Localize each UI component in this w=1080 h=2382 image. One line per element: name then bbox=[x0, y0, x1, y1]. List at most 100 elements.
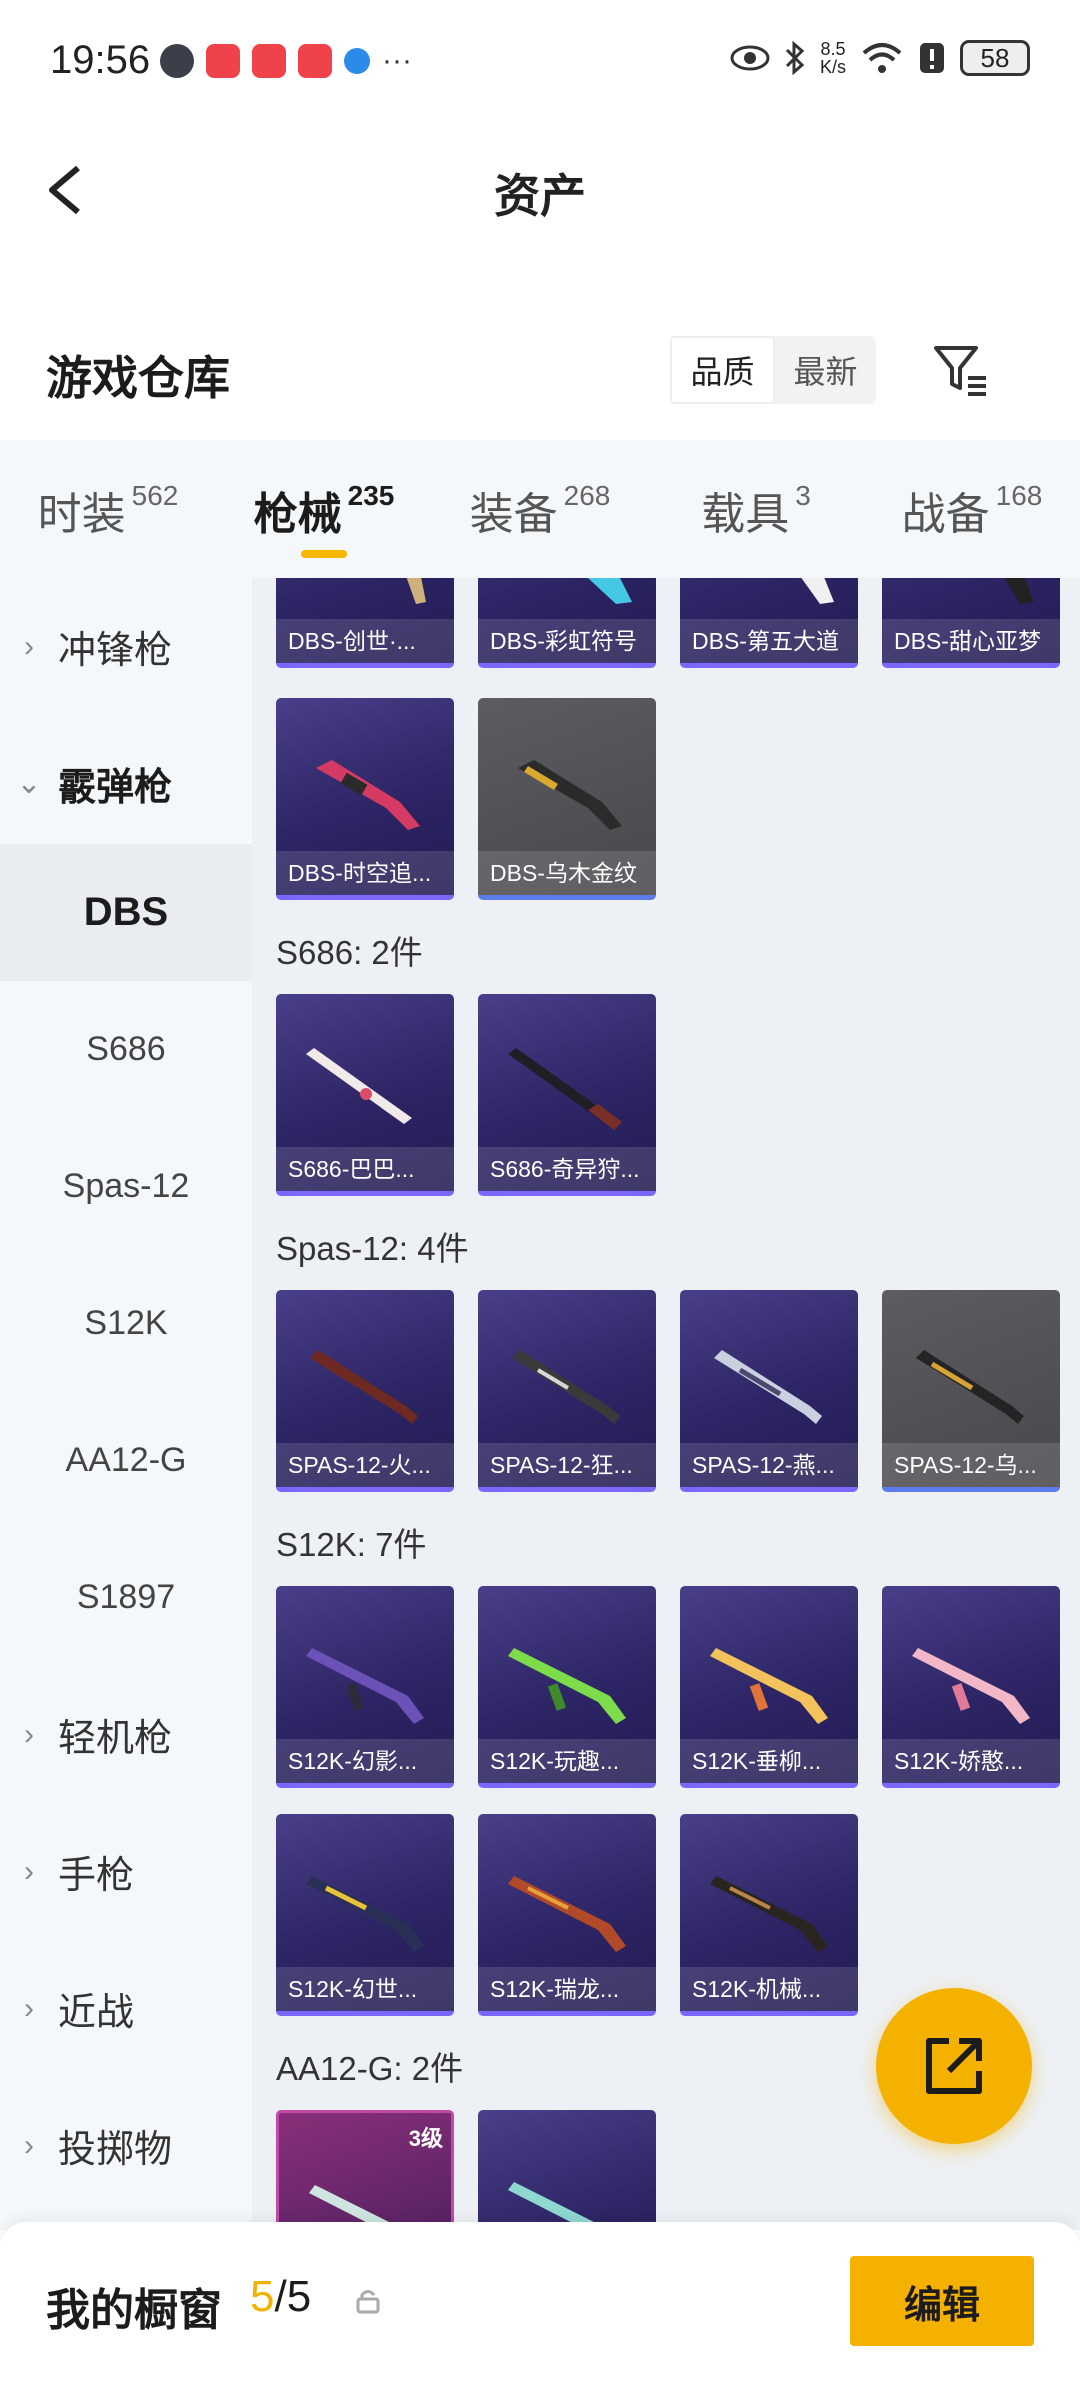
browser-app-icon bbox=[344, 48, 370, 74]
group-label-aa12g: AA12-G: 2件 bbox=[276, 2050, 464, 2087]
item-card[interactable]: S686-奇异狩... bbox=[478, 994, 656, 1196]
group-label-spas12: Spas-12: 4件 bbox=[276, 1230, 469, 1267]
sidebar-item-smg[interactable]: › 冲锋枪 bbox=[0, 578, 252, 715]
tab-fashion[interactable]: 时装 562 bbox=[0, 440, 216, 578]
item-name: S686-奇异狩... bbox=[478, 1147, 656, 1191]
sidebar-item-melee[interactable]: › 近战 bbox=[0, 1940, 252, 2077]
item-card[interactable]: S12K-瑞龙... bbox=[478, 1814, 656, 2016]
sidebar-item-lmg[interactable]: › 轻机枪 bbox=[0, 1666, 252, 1803]
net-speed-unit: K/s bbox=[819, 57, 846, 77]
shotgun-skin-icon bbox=[512, 1350, 620, 1424]
bluetooth-icon bbox=[785, 41, 805, 75]
item-card[interactable]: DBS-时空追... bbox=[276, 698, 454, 900]
shop-app-icon bbox=[206, 44, 240, 78]
tab-weapons[interactable]: 枪械 235 bbox=[216, 440, 432, 578]
item-card[interactable]: DBS-创世·... bbox=[276, 578, 454, 668]
item-name: DBS-乌木金纹 bbox=[478, 851, 656, 895]
item-card[interactable]: SPAS-12-火... bbox=[276, 1290, 454, 1492]
alert-icon bbox=[920, 43, 944, 73]
filter-icon[interactable] bbox=[930, 340, 990, 400]
rifle-skin-icon bbox=[912, 1648, 1030, 1724]
tab-count: 268 bbox=[563, 480, 611, 511]
item-card[interactable] bbox=[478, 2110, 656, 2230]
item-card[interactable]: S12K-机械... bbox=[680, 1814, 858, 2016]
page-title: 资产 bbox=[494, 170, 586, 222]
rifle-skin-icon bbox=[508, 2182, 610, 2230]
sidebar-item-pistol[interactable]: › 手枪 bbox=[0, 1803, 252, 1940]
sidebar-sub-spas12[interactable]: Spas-12 bbox=[0, 1118, 252, 1255]
rifle-skin-icon bbox=[309, 2185, 405, 2230]
sidebar-item-shotgun[interactable]: ⌄ 霰弹枪 bbox=[0, 715, 252, 852]
tab-equipment[interactable]: 装备 268 bbox=[432, 440, 648, 578]
item-name: DBS-创世·... bbox=[276, 619, 454, 663]
tab-vehicles[interactable]: 载具 3 bbox=[648, 440, 864, 578]
tab-label: 枪械 bbox=[253, 490, 342, 539]
weapon-type-sidebar: › 冲锋枪 ⌄ 霰弹枪 DBS S686 Spas-12 S12K AA12-G S… bbox=[0, 578, 252, 2230]
showcase-label: 我的橱窗 bbox=[46, 2286, 222, 2335]
category-tabs: 时装 562 枪械 235 装备 268 载具 3 战备 168 bbox=[0, 440, 1080, 578]
item-name: S12K-玩趣... bbox=[478, 1739, 656, 1783]
sidebar-item-label: 轻机枪 bbox=[58, 1718, 173, 1760]
sidebar-item-label: 近战 bbox=[58, 1992, 135, 2034]
shotgun-skin-icon bbox=[310, 1350, 418, 1424]
item-card[interactable]: SPAS-12-狂... bbox=[478, 1290, 656, 1492]
edit-button[interactable]: 编辑 bbox=[850, 2256, 1034, 2346]
item-card[interactable]: DBS-乌木金纹 bbox=[478, 698, 656, 900]
wifi-icon bbox=[862, 43, 902, 73]
tab-label: 装备 bbox=[469, 490, 558, 539]
item-card[interactable]: S12K-幻世... bbox=[276, 1814, 454, 2016]
sidebar-item-throwable[interactable]: › 投掷物 bbox=[0, 2077, 252, 2214]
item-card[interactable]: SPAS-12-燕... bbox=[680, 1290, 858, 1492]
sidebar-sub-s12k[interactable]: S12K bbox=[0, 1255, 252, 1392]
tab-active-indicator bbox=[301, 550, 347, 558]
shotgun-skin-icon bbox=[406, 578, 426, 604]
group-label-s686: S686: 2件 bbox=[276, 934, 423, 971]
item-name: S12K-娇憨... bbox=[882, 1739, 1060, 1783]
showcase-current: 5 bbox=[250, 2272, 275, 2321]
shotgun-skin-icon bbox=[714, 1350, 822, 1424]
item-name: DBS-彩虹符号 bbox=[478, 619, 656, 663]
item-level-badge: 3级 bbox=[408, 2126, 443, 2151]
tab-supplies[interactable]: 战备 168 bbox=[864, 440, 1080, 578]
item-name: S12K-幻世... bbox=[276, 1967, 454, 2011]
item-card[interactable]: 3级 bbox=[276, 2110, 454, 2230]
item-card[interactable]: S12K-幻影... bbox=[276, 1586, 454, 1788]
sort-quality-button[interactable]: 品质 bbox=[670, 336, 775, 404]
tab-label: 时装 bbox=[37, 490, 126, 539]
shotgun-skin-icon bbox=[801, 578, 834, 604]
shotgun-skin-icon bbox=[588, 578, 632, 604]
item-name: SPAS-12-乌... bbox=[882, 1443, 1060, 1487]
item-card[interactable]: S12K-娇憨... bbox=[882, 1586, 1060, 1788]
external-link-icon bbox=[926, 2038, 982, 2094]
item-card[interactable]: DBS-彩虹符号 bbox=[478, 578, 656, 668]
more-icon: ··· bbox=[382, 44, 412, 77]
item-card[interactable]: DBS-第五大道 bbox=[680, 578, 858, 668]
group-label-s12k: S12K: 7件 bbox=[276, 1526, 427, 1563]
shotgun-skin-icon bbox=[508, 1048, 622, 1130]
sidebar-sub-s1897[interactable]: S1897 bbox=[0, 1529, 252, 1666]
item-card[interactable]: SPAS-12-乌... bbox=[882, 1290, 1060, 1492]
eye-icon bbox=[730, 45, 770, 71]
showcase-bar: 我的橱窗 5/5 编辑 bbox=[0, 2222, 1080, 2382]
tab-count: 168 bbox=[995, 480, 1043, 511]
sidebar-item-label: 冲锋枪 bbox=[58, 630, 173, 672]
sidebar-sub-aa12g[interactable]: AA12-G bbox=[0, 1392, 252, 1529]
tab-label: 战备 bbox=[901, 490, 990, 539]
warehouse-header: 游戏仓库 品质 最新 bbox=[0, 300, 1080, 440]
item-card[interactable]: DBS-甜心亚梦 bbox=[882, 578, 1060, 668]
share-fab[interactable] bbox=[876, 1988, 1032, 2144]
item-card[interactable]: S12K-玩趣... bbox=[478, 1586, 656, 1788]
chevron-right-icon: › bbox=[24, 1991, 34, 2025]
chevron-right-icon: › bbox=[24, 1854, 34, 1888]
shop-app-icon bbox=[252, 44, 286, 78]
sidebar-sub-dbs[interactable]: DBS bbox=[0, 844, 252, 981]
sidebar-sub-s686[interactable]: S686 bbox=[0, 981, 252, 1118]
status-bar: 19:56 ··· 8.5 K/s 58 bbox=[0, 0, 1080, 120]
item-card[interactable]: S12K-垂柳... bbox=[680, 1586, 858, 1788]
item-card[interactable]: S686-巴巴... bbox=[276, 994, 454, 1196]
sort-latest-button[interactable]: 最新 bbox=[775, 336, 876, 404]
chevron-right-icon: › bbox=[24, 1717, 34, 1751]
notification-icons: ··· bbox=[160, 44, 412, 78]
rifle-skin-icon bbox=[306, 1648, 424, 1724]
chevron-down-icon: ⌄ bbox=[16, 767, 42, 800]
